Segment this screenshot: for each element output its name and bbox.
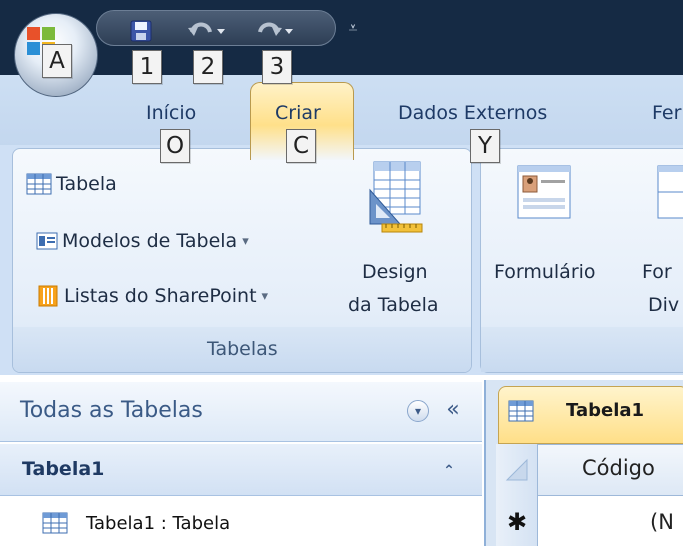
nav-item-label: Tabela1 : Tabela — [86, 512, 231, 534]
undo-icon[interactable] — [186, 18, 226, 44]
tab-criar[interactable]: Criar — [275, 102, 321, 124]
keytip-save: 1 — [132, 50, 162, 84]
customize-toolbar-icon[interactable]: ⩡ — [344, 18, 362, 38]
select-all-icon[interactable] — [505, 458, 529, 482]
sharepoint-list-icon — [38, 285, 58, 307]
nav-item-tabela1[interactable]: Tabela1 : Tabela — [42, 508, 230, 538]
keytip-dados-externos: Y — [470, 129, 500, 163]
form-icon — [517, 165, 571, 219]
table-template-icon — [36, 232, 58, 250]
chevron-down-icon: ▾ — [242, 233, 249, 249]
formulario-label: Formulário — [494, 261, 596, 283]
group-label-tabelas: Tabelas — [207, 338, 278, 360]
design-da-tabela-label-line1: Design — [362, 261, 428, 283]
table-icon — [508, 400, 534, 422]
formulario-dividido-button[interactable]: For Div — [632, 158, 683, 326]
group-formularios-footer — [481, 327, 683, 372]
table-icon — [42, 512, 68, 534]
keytip-criar: C — [286, 129, 316, 163]
redo-icon[interactable] — [254, 18, 294, 44]
formulario-dividido-label-line2: Div — [648, 294, 680, 316]
design-da-tabela-button[interactable]: Design da Tabela — [348, 158, 466, 326]
collapse-pane-icon[interactable]: « — [440, 398, 466, 424]
formulario-dividido-label-line1: For — [642, 261, 672, 283]
listas-sharepoint-button[interactable]: Listas do SharePoint ▾ — [38, 282, 268, 310]
nav-pane-title: Todas as Tabelas — [20, 398, 203, 423]
nav-group-title: Tabela1 — [22, 458, 105, 480]
new-record-icon: ✱ — [506, 508, 528, 536]
keytip-office: A — [42, 44, 72, 78]
modelos-de-tabela-label: Modelos de Tabela — [62, 230, 238, 252]
keytip-inicio: O — [160, 129, 190, 163]
split-form-icon — [657, 165, 683, 219]
modelos-de-tabela-button[interactable]: Modelos de Tabela ▾ — [36, 227, 249, 255]
nav-pane-menu-icon[interactable]: ▾ — [407, 400, 429, 422]
keytip-redo: 3 — [262, 50, 292, 84]
chevron-down-icon: ▾ — [261, 288, 269, 304]
tab-inicio[interactable]: Início — [146, 102, 196, 124]
formulario-button[interactable]: Formulário — [490, 158, 630, 326]
document-tab-label: Tabela1 — [566, 400, 645, 421]
listas-sharepoint-label: Listas do SharePoint — [64, 285, 257, 307]
keytip-undo: 2 — [193, 50, 223, 84]
tab-ferramentas[interactable]: Fer — [652, 102, 681, 124]
chevron-up-icon[interactable]: ⌃ — [440, 462, 458, 480]
save-icon[interactable] — [130, 20, 152, 42]
table-icon — [26, 173, 52, 195]
tabela-button[interactable]: Tabela — [26, 170, 117, 198]
column-header-codigo[interactable]: Código — [582, 456, 655, 480]
design-da-tabela-label-line2: da Tabela — [348, 294, 439, 316]
table-design-icon — [369, 161, 423, 233]
tabela-label: Tabela — [56, 173, 117, 195]
tab-dados-externos[interactable]: Dados Externos — [398, 102, 547, 124]
new-record-value[interactable]: (N — [650, 510, 674, 534]
